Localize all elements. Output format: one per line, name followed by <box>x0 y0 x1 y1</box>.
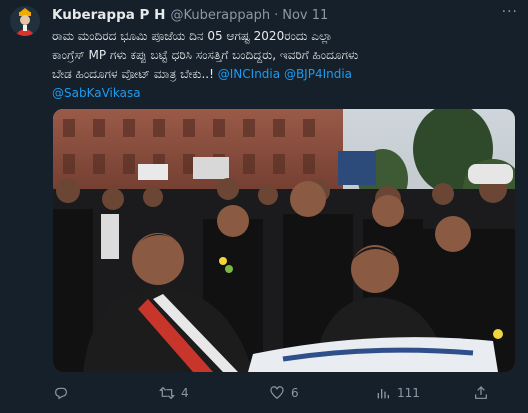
retweet-button[interactable]: 4 <box>159 381 189 405</box>
tweet-actions: 4 6 111 <box>53 381 515 405</box>
like-count: 6 <box>291 386 299 400</box>
tweet-card[interactable]: Kuberappa P H @Kuberappaph · Nov 11 ··· … <box>0 0 528 413</box>
tweet-text: ರಾಮ ಮಂದಿರದ ಭೂಮಿ ಪೂಜೆಯ ದಿನ 05 ಆಗಷ್ಟ 2020ರ… <box>52 27 522 103</box>
mention-sabkavikasa[interactable]: @SabKaVikasa <box>52 86 141 100</box>
tweet-date[interactable]: Nov 11 <box>282 8 328 23</box>
header-separator: · <box>274 7 279 23</box>
views-chart-icon <box>377 389 389 399</box>
retweet-icon <box>159 386 175 400</box>
share-button[interactable] <box>473 381 495 405</box>
views-button[interactable]: 111 <box>375 381 420 405</box>
protest-photo <box>53 109 515 372</box>
tweet-text-line: @SabKaVikasa <box>52 84 522 103</box>
avatar[interactable] <box>10 6 40 36</box>
tweet-header: Kuberappa P H @Kuberappaph · Nov 11 <box>52 6 328 24</box>
views-count: 111 <box>397 386 420 400</box>
more-options-icon[interactable]: ··· <box>502 4 518 20</box>
share-icon <box>475 386 487 399</box>
retweet-count: 4 <box>181 386 189 400</box>
reply-icon <box>55 387 67 400</box>
tweet-text-segment: ಬೇಡ ಹಿಂದೂಗಳ ವೋಟ್ ಮಾತ್ರ ಬೇಕು..! <box>52 67 214 81</box>
author-handle[interactable]: @Kuberappaph <box>170 8 270 23</box>
like-button[interactable]: 6 <box>269 381 299 405</box>
heart-icon <box>270 386 284 400</box>
avatar-image <box>10 6 40 36</box>
tweet-text-line: ಕಾಂಗ್ರೆಸ್ MP ಗಳು ಕಪ್ಪು ಬಟ್ಟೆ ಧರಿಸಿ ಸಂಸತ್… <box>52 48 359 62</box>
mention-bjp4india[interactable]: @BJP4India <box>284 67 352 81</box>
tweet-photo[interactable] <box>53 109 515 372</box>
tweet-text-line: ರಾಮ ಮಂದಿರದ ಭೂಮಿ ಪೂಜೆಯ ದಿನ 05 ಆಗಷ್ಟ 2020ರ… <box>52 29 333 43</box>
tweet-text-line: ಬೇಡ ಹಿಂದೂಗಳ ವೋಟ್ ಮಾತ್ರ ಬೇಕು..! @INCIndia… <box>52 65 522 84</box>
mention-inc-india[interactable]: @INCIndia <box>218 67 280 81</box>
reply-button[interactable] <box>53 381 75 405</box>
author-name[interactable]: Kuberappa P H <box>52 7 165 23</box>
